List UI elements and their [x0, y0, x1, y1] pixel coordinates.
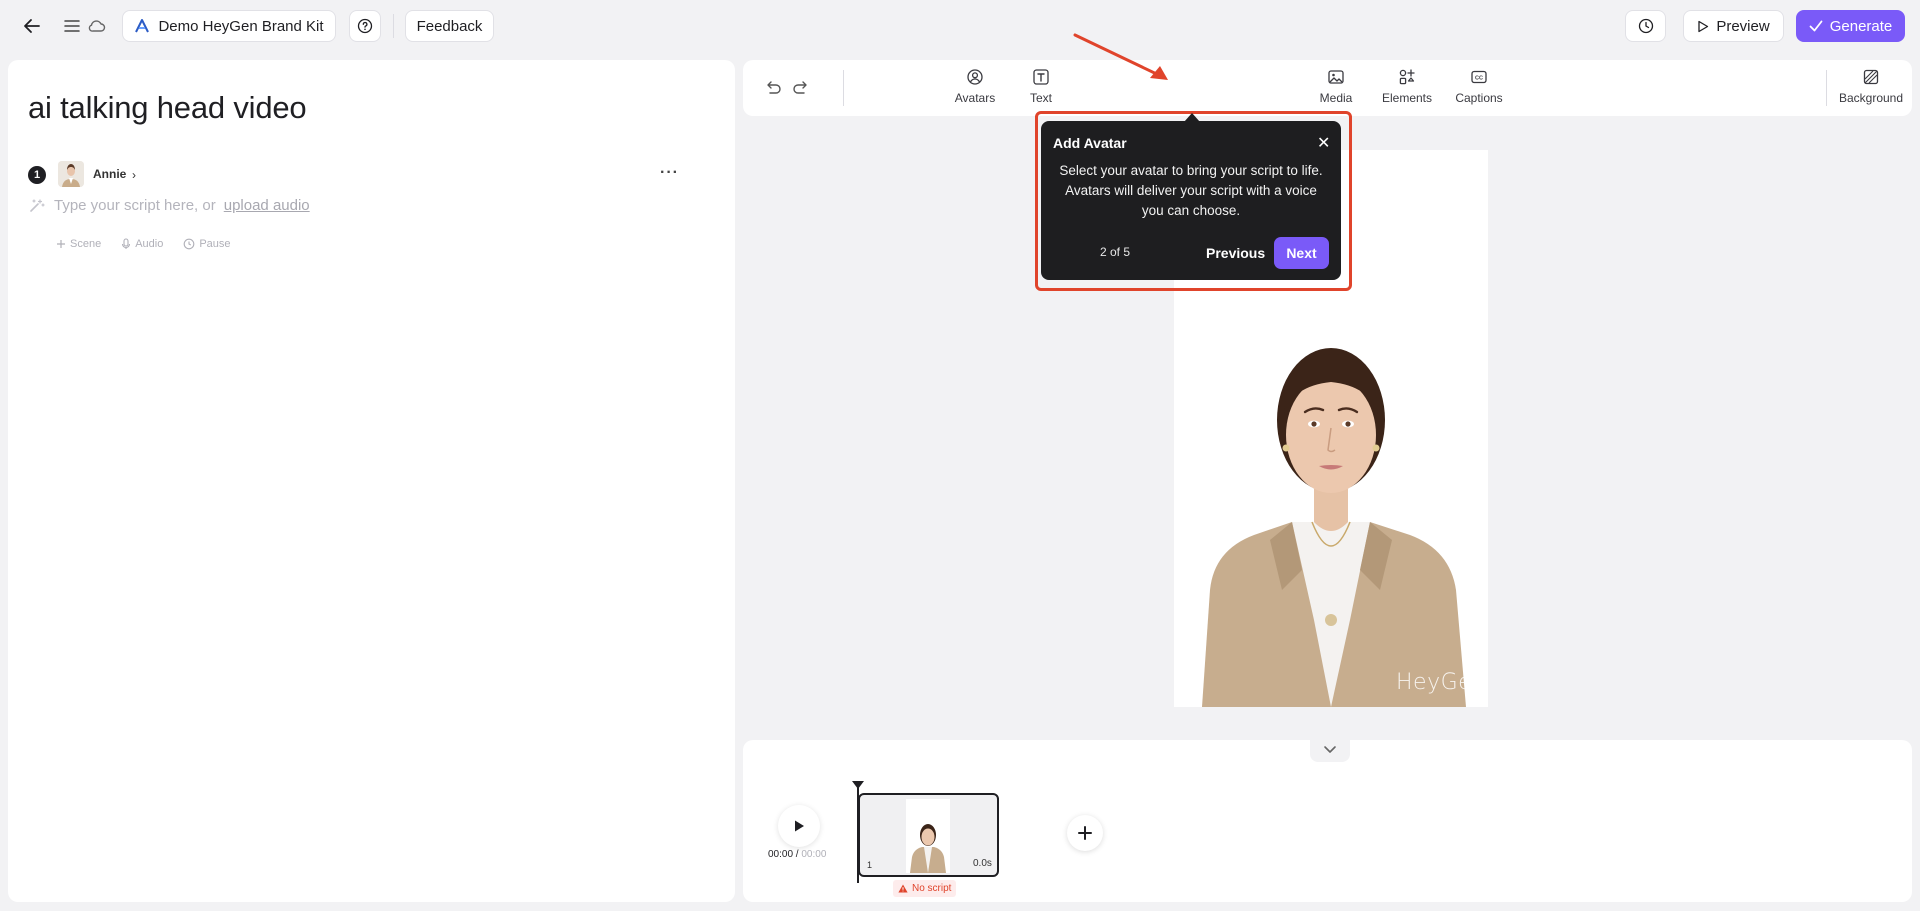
clock-icon: [1638, 18, 1653, 34]
clip-duration: 0.0s: [973, 858, 992, 869]
undo-button[interactable]: [762, 78, 784, 98]
plus-icon: [57, 240, 65, 248]
tooltip-step-counter: 2 of 5: [1100, 245, 1131, 259]
check-icon: [1809, 20, 1823, 32]
tooltip-previous-button[interactable]: Previous: [1196, 237, 1275, 269]
redo-icon: [793, 81, 807, 94]
add-pause-action[interactable]: Pause: [183, 238, 231, 250]
add-scene-button[interactable]: [1067, 815, 1103, 851]
collapse-timeline-button[interactable]: [1310, 736, 1350, 762]
play-button[interactable]: [778, 805, 820, 847]
captions-icon: CC: [1471, 70, 1487, 84]
pause-action-label: Pause: [199, 238, 231, 250]
toolbar-captions-label: Captions: [1455, 91, 1503, 105]
divider: [1826, 70, 1827, 106]
background-icon: [1863, 69, 1879, 85]
magic-wand-icon: [30, 198, 45, 212]
avatar-portrait-icon: [58, 161, 84, 187]
audio-action-label: Audio: [135, 238, 164, 250]
undo-icon: [767, 81, 781, 94]
toolbar-text[interactable]: Text: [1022, 68, 1060, 105]
toolbar-background-label: Background: [1838, 91, 1904, 105]
divider: [393, 14, 394, 38]
add-scene-action[interactable]: Scene: [56, 238, 101, 250]
avatar-thumbnail[interactable]: [58, 161, 84, 187]
play-icon: [795, 820, 804, 832]
tooltip-body: Select your avatar to bring your script …: [1059, 163, 1323, 218]
annotation-arrow-icon: [1073, 33, 1168, 80]
clip-avatar-preview: [906, 799, 950, 873]
text-icon: [1033, 69, 1049, 85]
add-audio-action[interactable]: Audio: [121, 238, 163, 250]
pause-timer-icon: [183, 238, 195, 250]
playback-time: 00:00 / 00:00: [768, 849, 826, 860]
generate-label: Generate: [1829, 17, 1893, 35]
cloud-sync-status: [86, 16, 108, 36]
close-icon[interactable]: ✕: [1317, 133, 1330, 153]
top-bar: Demo HeyGen Brand Kit Feedback Preview G…: [0, 0, 1920, 52]
question-icon: [357, 18, 373, 34]
heygen-watermark: HeyGen: [1396, 670, 1487, 695]
tooltip-next-button[interactable]: Next: [1274, 237, 1329, 269]
no-script-label: No script: [912, 883, 952, 894]
script-input[interactable]: Type your script here, or upload audio: [28, 197, 310, 214]
preview-button[interactable]: Preview: [1683, 10, 1784, 42]
scene-clip[interactable]: 1 0.0s: [858, 793, 999, 877]
chevron-down-icon: [1324, 745, 1336, 753]
no-script-warning: No script: [893, 880, 957, 897]
scene-number-badge: 1: [28, 166, 46, 184]
toolbar-background[interactable]: Background: [1836, 68, 1906, 105]
toolbar-text-label: Text: [1029, 91, 1052, 105]
elements-icon: [1399, 69, 1415, 85]
scene-action-label: Scene: [70, 238, 102, 250]
clip-number: 1: [867, 860, 873, 870]
brand-kit-label: Demo HeyGen Brand Kit: [158, 17, 324, 35]
menu-button[interactable]: [62, 16, 82, 36]
history-button[interactable]: [1625, 10, 1666, 42]
current-time: 00:00: [768, 849, 794, 860]
scene-actions: Scene Audio Pause: [56, 238, 231, 250]
avatar-name[interactable]: Annie: [93, 167, 126, 181]
svg-text:CC: CC: [1475, 76, 1483, 82]
toolbar-media-label: Media: [1319, 91, 1353, 105]
feedback-label: Feedback: [416, 17, 483, 35]
more-options-icon[interactable]: ···: [660, 164, 679, 182]
heygen-logo-icon: [135, 19, 150, 33]
back-button[interactable]: [20, 14, 44, 38]
divider: [843, 70, 844, 106]
generate-button[interactable]: Generate: [1796, 10, 1905, 42]
cloud-icon: [88, 20, 106, 32]
plus-icon: [1078, 826, 1092, 840]
tooltip-title: Add Avatar: [1053, 135, 1127, 151]
play-outline-icon: [1698, 20, 1709, 32]
clip-thumbnail: [906, 799, 950, 873]
preview-label: Preview: [1716, 17, 1770, 35]
toolbar-captions[interactable]: CC Captions: [1453, 68, 1505, 105]
script-panel: ai talking head video 1 Annie › ··· Type…: [8, 60, 735, 902]
warning-icon: [898, 884, 908, 893]
chevron-right-icon[interactable]: ›: [132, 168, 136, 182]
toolbar-elements-label: Elements: [1381, 91, 1433, 105]
microphone-icon: [122, 238, 131, 249]
redo-button[interactable]: [790, 78, 812, 98]
hamburger-icon: [64, 20, 80, 32]
upload-audio-link[interactable]: upload audio: [224, 197, 310, 214]
brand-kit-button[interactable]: Demo HeyGen Brand Kit: [122, 10, 336, 42]
avatar-icon: [967, 69, 983, 85]
toolbar-elements[interactable]: Elements: [1381, 68, 1433, 105]
script-placeholder: Type your script here, or: [54, 197, 216, 214]
onboarding-tooltip: Add Avatar ✕ Select your avatar to bring…: [1041, 121, 1341, 280]
arrow-left-icon: [24, 19, 40, 33]
toolbar-avatars[interactable]: Avatars: [952, 68, 998, 105]
toolbar-media[interactable]: Media: [1316, 68, 1356, 105]
feedback-button[interactable]: Feedback: [405, 10, 494, 42]
toolbar-avatars-label: Avatars: [954, 91, 996, 105]
total-time: 00:00: [801, 849, 827, 860]
image-icon: [1328, 70, 1344, 84]
help-button[interactable]: [349, 10, 381, 42]
project-title[interactable]: ai talking head video: [28, 90, 307, 126]
